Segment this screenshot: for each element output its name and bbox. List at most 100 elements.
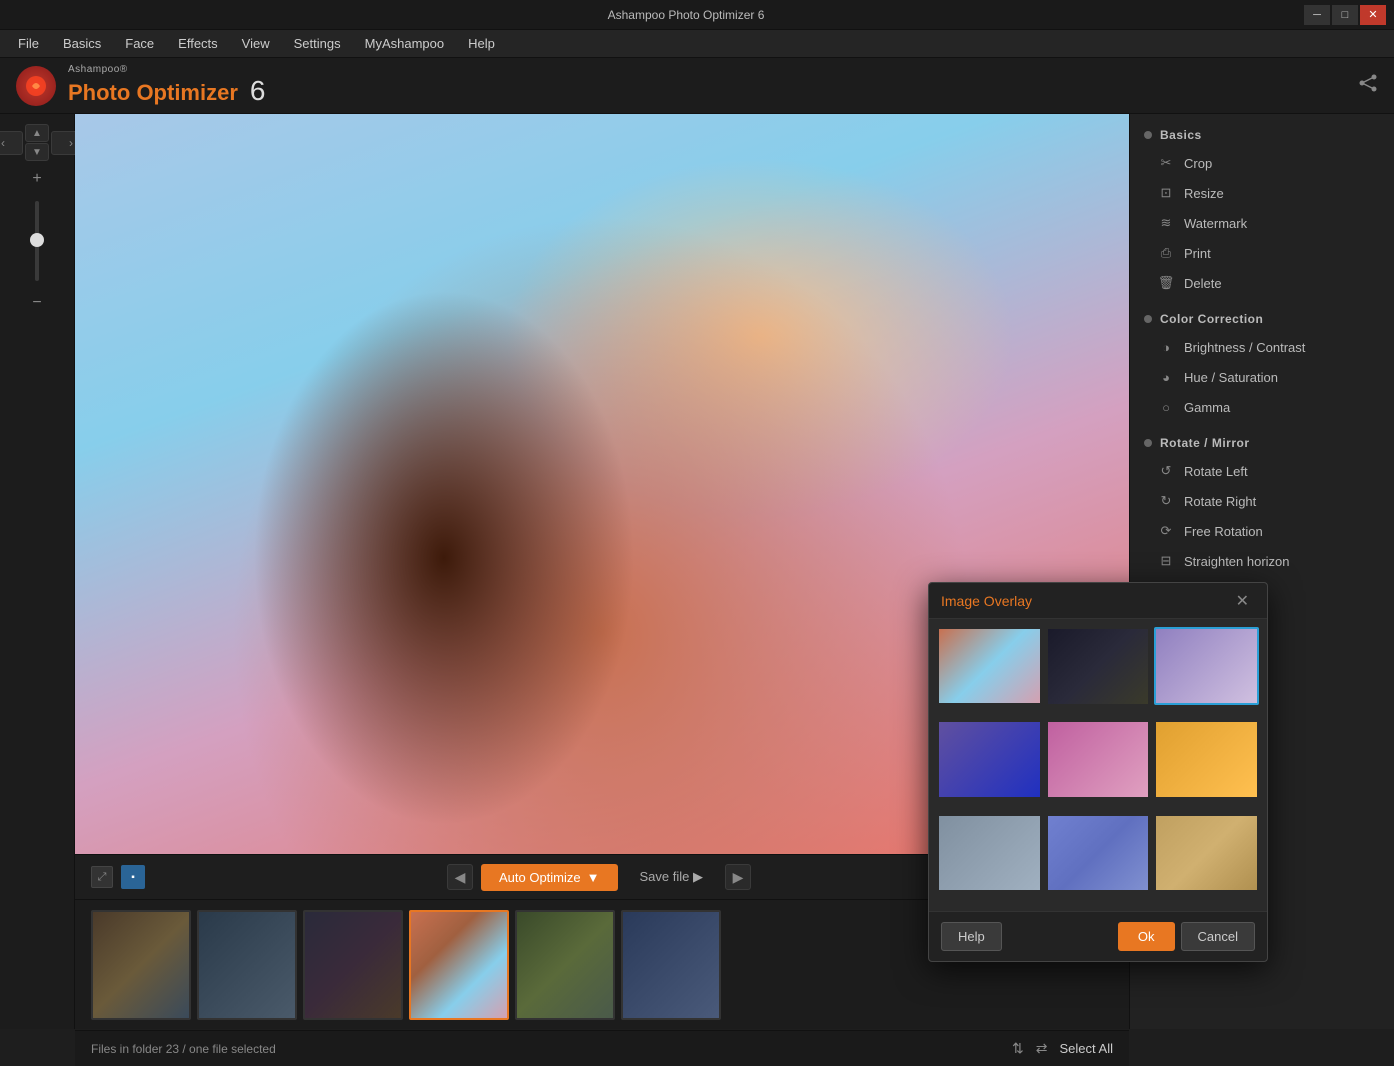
section-dot (1144, 131, 1152, 139)
panel-item-rotate-left-label: Rotate Left (1184, 464, 1248, 479)
panel-item-delete[interactable]: 🗑 Delete (1130, 268, 1394, 298)
product-name: Photo Optimizer (68, 80, 238, 106)
nav-down-button[interactable]: ▼ (25, 143, 49, 161)
filmstrip-prev-button[interactable]: ◀ (447, 864, 473, 890)
gamma-icon: ○ (1158, 399, 1174, 415)
panel-item-gamma[interactable]: ○ Gamma (1130, 392, 1394, 422)
section-color-title: Color Correction (1130, 306, 1394, 332)
panel-item-free-rotation[interactable]: ⟳ Free Rotation (1130, 516, 1394, 546)
filmstrip-next-button[interactable]: ▶ (725, 864, 751, 890)
rotate-left-icon: ↺ (1158, 463, 1174, 479)
save-file-button[interactable]: Save file ▶ (626, 863, 718, 891)
zoom-slider[interactable] (35, 201, 39, 281)
thumb-image-4 (411, 912, 507, 1018)
panel-item-delete-label: Delete (1184, 276, 1222, 291)
overlay-thumb-4[interactable] (937, 720, 1042, 798)
sort-arrows-button[interactable]: ⇄ (1036, 1040, 1048, 1057)
panel-item-resize[interactable]: ⊡ Resize (1130, 178, 1394, 208)
nav-prev-button[interactable]: ‹ (0, 131, 23, 155)
filmstrip-center-controls: ◀ Auto Optimize ▼ Save file ▶ ▶ (447, 863, 751, 891)
filmstrip-left-controls: ⤢ ▪ (91, 865, 145, 889)
overlay-cancel-button[interactable]: Cancel (1181, 922, 1255, 951)
nav-up-button[interactable]: ▲ (25, 124, 49, 142)
panel-item-gamma-label: Gamma (1184, 400, 1230, 415)
sort-up-button[interactable]: ⇅ (1012, 1040, 1024, 1057)
auto-optimize-button[interactable]: Auto Optimize ▼ (481, 864, 618, 891)
overlay-help-button[interactable]: Help (941, 922, 1002, 951)
overlay-close-button[interactable]: ✕ (1230, 589, 1255, 613)
panel-item-rotate-left[interactable]: ↺ Rotate Left (1130, 456, 1394, 486)
title-bar: Ashampoo Photo Optimizer 6 ─ □ ✕ (0, 0, 1394, 30)
menu-basics[interactable]: Basics (53, 32, 111, 55)
panel-item-brightness[interactable]: ◑ Brightness / Contrast (1130, 332, 1394, 362)
overlay-thumb-5[interactable] (1046, 720, 1151, 799)
overlay-thumb-6[interactable] (1154, 720, 1259, 798)
overlay-thumb-8[interactable] (1046, 814, 1151, 893)
section-basics-title: Basics (1130, 122, 1394, 148)
panel-item-watermark[interactable]: ≋ Watermark (1130, 208, 1394, 238)
hue-icon: ◕ (1158, 369, 1174, 385)
panel-item-straighten[interactable]: ⊟ Straighten horizon (1130, 546, 1394, 576)
filmstrip-thumb-2[interactable] (197, 910, 297, 1020)
overlay-ok-button[interactable]: Ok (1118, 922, 1175, 951)
save-file-arrow: ▶ (693, 869, 703, 884)
logo-area: Ashampoo® Photo Optimizer 6 (16, 64, 265, 107)
panel-item-hue[interactable]: ◕ Hue / Saturation (1130, 362, 1394, 392)
overlay-thumb-3[interactable] (1154, 627, 1259, 705)
overlay-action-buttons: Ok Cancel (1118, 922, 1255, 951)
share-icon[interactable] (1358, 73, 1378, 98)
product-version: 6 (250, 75, 266, 107)
zoom-thumb (30, 233, 44, 247)
overlay-thumb-image-7 (939, 816, 1040, 890)
panel-item-brightness-label: Brightness / Contrast (1184, 340, 1305, 355)
menu-myashampoo[interactable]: MyAshampoo (355, 32, 454, 55)
section-basics-label: Basics (1160, 128, 1202, 142)
rotate-right-icon: ↻ (1158, 493, 1174, 509)
menu-settings[interactable]: Settings (284, 32, 351, 55)
thumb-size-button[interactable]: ▪ (121, 865, 145, 889)
overlay-thumb-9[interactable] (1154, 814, 1259, 892)
filmstrip-thumb-4[interactable] (409, 910, 509, 1020)
print-icon: ⎙ (1158, 245, 1174, 261)
menu-effects[interactable]: Effects (168, 32, 228, 55)
panel-item-rotate-right[interactable]: ↻ Rotate Right (1130, 486, 1394, 516)
menu-file[interactable]: File (8, 32, 49, 55)
section-dot-3 (1144, 439, 1152, 447)
select-all-button[interactable]: Select All (1060, 1041, 1113, 1056)
filmstrip-thumb-3[interactable] (303, 910, 403, 1020)
panel-item-crop[interactable]: ✂ Crop (1130, 148, 1394, 178)
delete-icon: 🗑 (1158, 275, 1174, 291)
product-prefix: Photo (68, 80, 136, 105)
close-button[interactable]: ✕ (1360, 5, 1386, 25)
filmstrip-thumb-1[interactable] (91, 910, 191, 1020)
section-rotate-label: Rotate / Mirror (1160, 436, 1250, 450)
window-controls: ─ □ ✕ (1304, 5, 1386, 25)
panel-item-print[interactable]: ⎙ Print (1130, 238, 1394, 268)
auto-optimize-arrow: ▼ (587, 870, 600, 885)
zoom-in-button[interactable]: + (25, 167, 49, 191)
expand-button[interactable]: ⤢ (91, 866, 113, 888)
overlay-thumb-image-2 (1048, 629, 1149, 704)
minimize-button[interactable]: ─ (1304, 5, 1330, 25)
window-title: Ashampoo Photo Optimizer 6 (68, 8, 1304, 22)
filmstrip-thumb-6[interactable] (621, 910, 721, 1020)
overlay-thumb-image-6 (1156, 722, 1257, 796)
overlay-thumbnail-grid (929, 619, 1267, 911)
zoom-out-button[interactable]: − (25, 291, 49, 315)
section-color-label: Color Correction (1160, 312, 1263, 326)
menu-face[interactable]: Face (115, 32, 164, 55)
auto-optimize-label: Auto Optimize (499, 870, 581, 885)
app-logo-icon (16, 66, 56, 106)
panel-item-hue-label: Hue / Saturation (1184, 370, 1278, 385)
overlay-thumb-7[interactable] (937, 814, 1042, 892)
maximize-button[interactable]: □ (1332, 5, 1358, 25)
filmstrip-thumb-5[interactable] (515, 910, 615, 1020)
menu-help[interactable]: Help (458, 32, 505, 55)
menu-view[interactable]: View (232, 32, 280, 55)
section-rotate-title: Rotate / Mirror (1130, 430, 1394, 456)
panel-item-crop-label: Crop (1184, 156, 1212, 171)
overlay-thumb-1[interactable] (937, 627, 1042, 705)
overlay-thumb-2[interactable] (1046, 627, 1151, 706)
thumb-image-1 (93, 912, 189, 1018)
thumb-image-5 (517, 912, 613, 1018)
